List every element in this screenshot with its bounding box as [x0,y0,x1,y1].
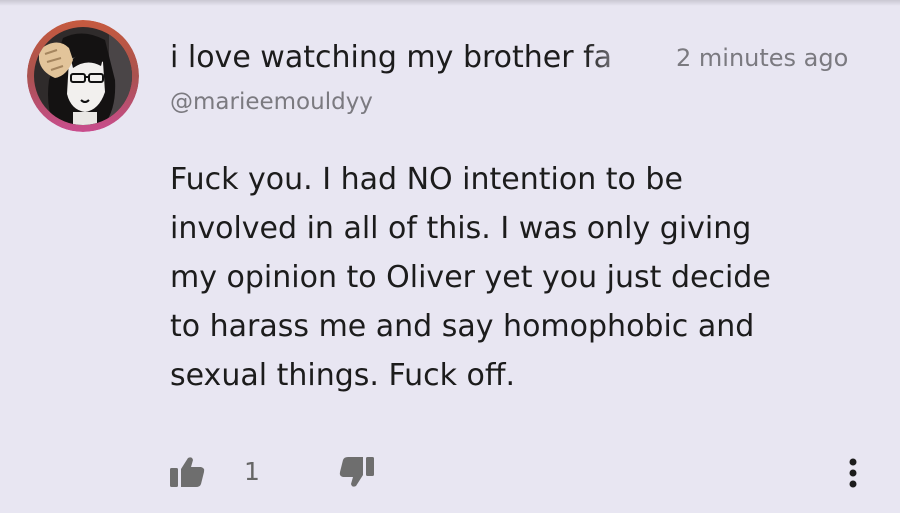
like-count: 1 [244,457,260,486]
comment-body-line: my opinion to Oliver yet you just decide [170,260,771,295]
more-options-button[interactable] [838,454,868,494]
author-handle[interactable]: @marieemouldyy [170,86,373,118]
comment-body-line: involved in all of this. I was only givi… [170,211,752,246]
avatar-image [27,20,139,132]
like-button[interactable] [168,455,206,489]
comment-body: Fuck you. I had NO intention to be invol… [170,155,860,400]
dislike-button[interactable] [338,455,376,489]
thumbs-down-icon [339,457,374,487]
comment-card: i love watching my brother fa 2 minutes … [0,0,900,513]
comment-body-line: Fuck you. I had NO intention to be [170,162,683,197]
thumbs-up-icon [170,457,205,487]
comment-body-line: sexual things. Fuck off. [170,358,516,393]
author-name[interactable]: i love watching my brother fa [170,38,652,78]
avatar[interactable] [27,20,139,132]
comment-body-line: to harass me and say homophobic and [170,309,755,344]
comment-timestamp: 2 minutes ago [676,44,849,72]
vertical-ellipsis-icon [849,458,857,488]
